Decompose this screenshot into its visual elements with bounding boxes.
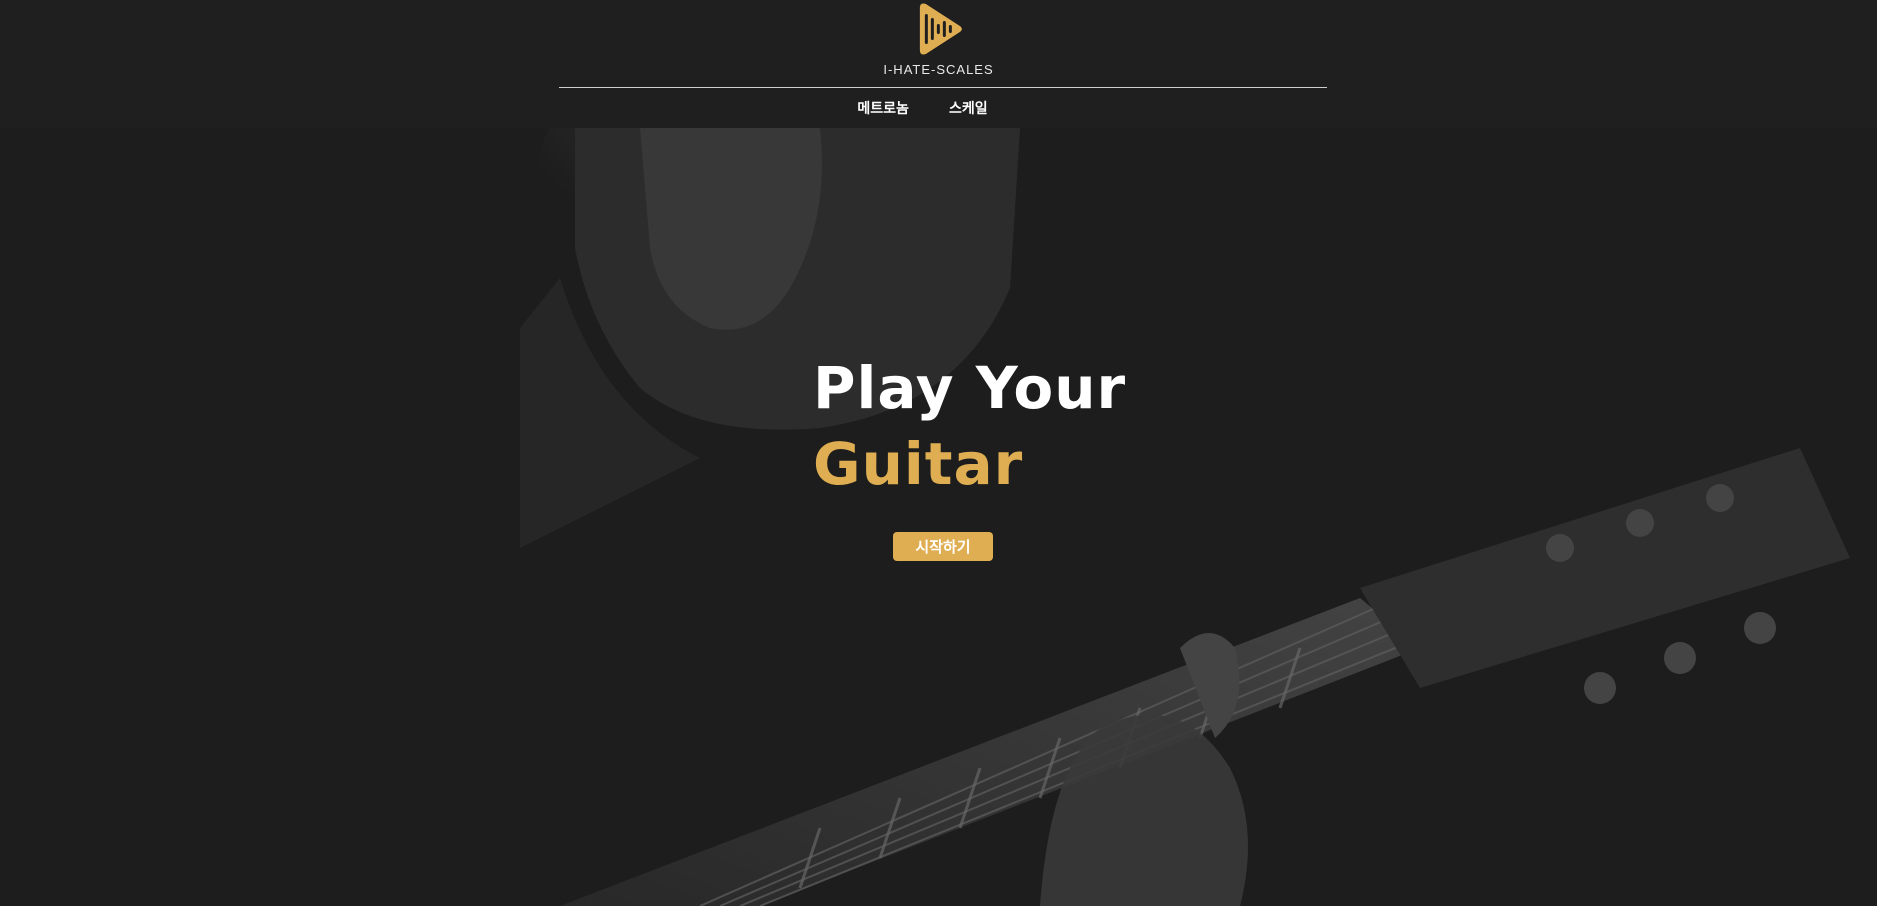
- nav-item-metronome[interactable]: 메트로놈: [857, 98, 909, 118]
- nav-item-scale[interactable]: 스케일: [949, 98, 988, 118]
- start-button[interactable]: 시작하기: [893, 532, 993, 561]
- hero-title-line1: Play Your: [813, 354, 1127, 422]
- play-soundwave-icon: [919, 3, 962, 55]
- main-nav: 메트로놈 스케일: [0, 98, 1877, 118]
- hero-title: Play Your Guitar: [813, 350, 1126, 502]
- brand-name: I-HATE-SCALES: [883, 62, 994, 77]
- guitarist-background-image: [0, 128, 1877, 906]
- header-divider: [559, 87, 1327, 88]
- landing-page: I-HATE-SCALES 메트로놈 스케일 Play Your Guitar …: [0, 0, 1877, 906]
- hero-title-line2: Guitar: [813, 430, 1024, 498]
- site-header: I-HATE-SCALES 메트로놈 스케일: [0, 0, 1877, 128]
- hero-section: Play Your Guitar 시작하기: [0, 128, 1877, 906]
- brand-logo[interactable]: I-HATE-SCALES: [883, 2, 993, 77]
